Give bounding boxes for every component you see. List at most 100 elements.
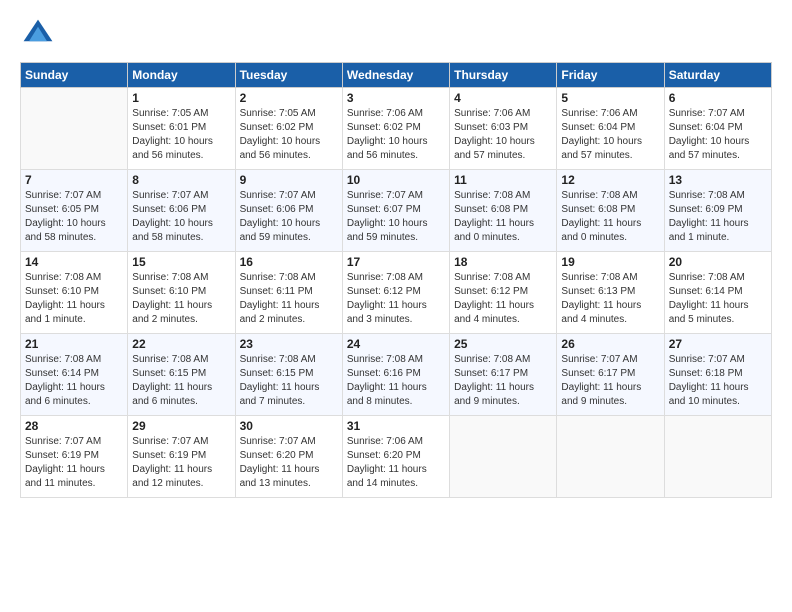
calendar-cell: 26 Sunrise: 7:07 AM Sunset: 6:17 PM Dayli… (557, 334, 664, 416)
logo-icon (20, 16, 56, 52)
calendar-cell: 15Sunrise: 7:08 AM Sunset: 6:10 PM Dayli… (128, 252, 235, 334)
day-info: Sunrise: 7:07 AM Sunset: 6:20 PM Dayligh… (240, 435, 338, 491)
logo (20, 16, 60, 52)
day-info: Sunrise: 7:08 AM Sunset: 6:12 PM Dayligh… (347, 271, 445, 327)
day-number: 9 (240, 173, 338, 187)
day-info: Sunrise: 7:06 AM Sunset: 6:03 PM Dayligh… (454, 107, 552, 163)
calendar-cell: 28Sunrise: 7:07 AM Sunset: 6:19 PM Dayli… (21, 416, 128, 498)
day-info: Sunrise: 7:07 AM Sunset: 6:18 PM Dayligh… (669, 353, 767, 409)
day-number: 29 (132, 419, 230, 433)
calendar-cell: 8Sunrise: 7:07 AM Sunset: 6:06 PM Daylig… (128, 170, 235, 252)
day-number: 28 (25, 419, 123, 433)
day-info: Sunrise: 7:07 AM Sunset: 6:04 PM Dayligh… (669, 107, 767, 163)
calendar-cell: 11 Sunrise: 7:08 AM Sunset: 6:08 PM Dayli… (450, 170, 557, 252)
calendar-cell: 5Sunrise: 7:06 AM Sunset: 6:04 PM Daylig… (557, 88, 664, 170)
calendar-cell: 20 Sunrise: 7:08 AM Sunset: 6:14 PM Dayli… (664, 252, 771, 334)
day-info: Sunrise: 7:06 AM Sunset: 6:02 PM Dayligh… (347, 107, 445, 163)
weekday-wednesday: Wednesday (342, 63, 449, 88)
weekday-tuesday: Tuesday (235, 63, 342, 88)
calendar-cell: 21 Sunrise: 7:08 AM Sunset: 6:14 PM Dayli… (21, 334, 128, 416)
calendar-cell: 22 Sunrise: 7:08 AM Sunset: 6:15 PM Dayli… (128, 334, 235, 416)
calendar-cell: 4 Sunrise: 7:06 AM Sunset: 6:03 PM Daylig… (450, 88, 557, 170)
day-number: 5 (561, 91, 659, 105)
day-number: 24 (347, 337, 445, 351)
day-number: 3 (347, 91, 445, 105)
calendar-cell: 9 Sunrise: 7:07 AM Sunset: 6:06 PM Daylig… (235, 170, 342, 252)
day-info: Sunrise: 7:07 AM Sunset: 6:06 PM Dayligh… (132, 189, 230, 245)
day-number: 4 (454, 91, 552, 105)
calendar-cell (664, 416, 771, 498)
day-number: 7 (25, 173, 123, 187)
calendar-cell: 17 Sunrise: 7:08 AM Sunset: 6:12 PM Dayli… (342, 252, 449, 334)
day-info: Sunrise: 7:07 AM Sunset: 6:07 PM Dayligh… (347, 189, 445, 245)
day-info: Sunrise: 7:05 AM Sunset: 6:01 PM Dayligh… (132, 107, 230, 163)
day-number: 10 (347, 173, 445, 187)
calendar-cell: 25 Sunrise: 7:08 AM Sunset: 6:17 PM Dayli… (450, 334, 557, 416)
day-info: Sunrise: 7:08 AM Sunset: 6:09 PM Dayligh… (669, 189, 767, 245)
day-number: 6 (669, 91, 767, 105)
day-number: 17 (347, 255, 445, 269)
calendar-cell: 31Sunrise: 7:06 AM Sunset: 6:20 PM Dayli… (342, 416, 449, 498)
day-info: Sunrise: 7:08 AM Sunset: 6:11 PM Dayligh… (240, 271, 338, 327)
day-info: Sunrise: 7:07 AM Sunset: 6:05 PM Dayligh… (25, 189, 123, 245)
calendar-cell: 3 Sunrise: 7:06 AM Sunset: 6:02 PM Daylig… (342, 88, 449, 170)
page-header (20, 16, 772, 52)
day-number: 22 (132, 337, 230, 351)
calendar-cell: 12Sunrise: 7:08 AM Sunset: 6:08 PM Dayli… (557, 170, 664, 252)
weekday-sunday: Sunday (21, 63, 128, 88)
calendar-table: SundayMondayTuesdayWednesdayThursdayFrid… (20, 62, 772, 498)
weekday-saturday: Saturday (664, 63, 771, 88)
day-number: 12 (561, 173, 659, 187)
calendar-week-2: 7 Sunrise: 7:07 AM Sunset: 6:05 PM Daylig… (21, 170, 772, 252)
day-info: Sunrise: 7:07 AM Sunset: 6:19 PM Dayligh… (132, 435, 230, 491)
day-number: 11 (454, 173, 552, 187)
day-number: 30 (240, 419, 338, 433)
calendar-cell: 1 Sunrise: 7:05 AM Sunset: 6:01 PM Daylig… (128, 88, 235, 170)
calendar-cell: 2 Sunrise: 7:05 AM Sunset: 6:02 PM Daylig… (235, 88, 342, 170)
day-number: 16 (240, 255, 338, 269)
day-info: Sunrise: 7:08 AM Sunset: 6:15 PM Dayligh… (240, 353, 338, 409)
day-number: 14 (25, 255, 123, 269)
day-number: 1 (132, 91, 230, 105)
day-info: Sunrise: 7:08 AM Sunset: 6:16 PM Dayligh… (347, 353, 445, 409)
day-number: 18 (454, 255, 552, 269)
calendar-cell: 14 Sunrise: 7:08 AM Sunset: 6:10 PM Dayli… (21, 252, 128, 334)
calendar-week-3: 14 Sunrise: 7:08 AM Sunset: 6:10 PM Dayli… (21, 252, 772, 334)
day-number: 31 (347, 419, 445, 433)
day-info: Sunrise: 7:07 AM Sunset: 6:06 PM Dayligh… (240, 189, 338, 245)
day-number: 2 (240, 91, 338, 105)
calendar-cell: 24 Sunrise: 7:08 AM Sunset: 6:16 PM Dayli… (342, 334, 449, 416)
calendar-cell (557, 416, 664, 498)
calendar-cell: 16 Sunrise: 7:08 AM Sunset: 6:11 PM Dayli… (235, 252, 342, 334)
calendar-cell: 30 Sunrise: 7:07 AM Sunset: 6:20 PM Dayli… (235, 416, 342, 498)
calendar-cell: 7 Sunrise: 7:07 AM Sunset: 6:05 PM Daylig… (21, 170, 128, 252)
day-info: Sunrise: 7:08 AM Sunset: 6:14 PM Dayligh… (25, 353, 123, 409)
day-info: Sunrise: 7:08 AM Sunset: 6:17 PM Dayligh… (454, 353, 552, 409)
day-number: 20 (669, 255, 767, 269)
day-info: Sunrise: 7:05 AM Sunset: 6:02 PM Dayligh… (240, 107, 338, 163)
day-info: Sunrise: 7:08 AM Sunset: 6:12 PM Dayligh… (454, 271, 552, 327)
page-container: SundayMondayTuesdayWednesdayThursdayFrid… (0, 0, 792, 508)
day-info: Sunrise: 7:08 AM Sunset: 6:08 PM Dayligh… (454, 189, 552, 245)
calendar-cell: 6 Sunrise: 7:07 AM Sunset: 6:04 PM Daylig… (664, 88, 771, 170)
day-info: Sunrise: 7:08 AM Sunset: 6:14 PM Dayligh… (669, 271, 767, 327)
day-info: Sunrise: 7:08 AM Sunset: 6:15 PM Dayligh… (132, 353, 230, 409)
weekday-friday: Friday (557, 63, 664, 88)
calendar-cell: 29 Sunrise: 7:07 AM Sunset: 6:19 PM Dayli… (128, 416, 235, 498)
day-number: 21 (25, 337, 123, 351)
weekday-monday: Monday (128, 63, 235, 88)
day-number: 23 (240, 337, 338, 351)
calendar-cell: 23 Sunrise: 7:08 AM Sunset: 6:15 PM Dayli… (235, 334, 342, 416)
calendar-cell: 27Sunrise: 7:07 AM Sunset: 6:18 PM Dayli… (664, 334, 771, 416)
weekday-thursday: Thursday (450, 63, 557, 88)
calendar-week-5: 28 Sunrise: 7:07 AM Sunset: 6:19 PM Dayli… (21, 416, 772, 498)
calendar-cell (21, 88, 128, 170)
day-info: Sunrise: 7:07 AM Sunset: 6:17 PM Dayligh… (561, 353, 659, 409)
weekday-header-row: SundayMondayTuesdayWednesdayThursdayFrid… (21, 63, 772, 88)
day-number: 25 (454, 337, 552, 351)
calendar-week-1: 1 Sunrise: 7:05 AM Sunset: 6:01 PM Daylig… (21, 88, 772, 170)
day-info: Sunrise: 7:08 AM Sunset: 6:10 PM Dayligh… (25, 271, 123, 327)
day-number: 26 (561, 337, 659, 351)
calendar-cell: 10 Sunrise: 7:07 AM Sunset: 6:07 PM Dayli… (342, 170, 449, 252)
day-number: 19 (561, 255, 659, 269)
